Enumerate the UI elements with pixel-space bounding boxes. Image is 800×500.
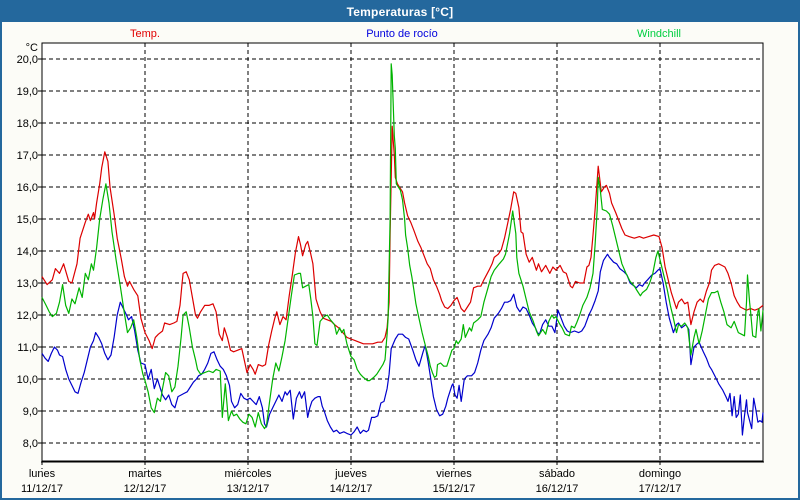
plot-area: [42, 43, 763, 461]
day-name-label: jueves: [334, 468, 367, 480]
day-name-label: sábado: [539, 468, 575, 480]
y-tick-label: 10,0: [17, 374, 38, 386]
day-date-label: 11/12/17: [21, 483, 63, 495]
day-name-label: lunes: [29, 468, 56, 480]
app-window: Temperaturas [°C] Temp. Punto de rocío W…: [0, 0, 800, 500]
y-tick-label: 17,0: [17, 150, 38, 162]
day-date-label: 12/12/17: [124, 483, 167, 495]
y-tick-label: 19,0: [17, 86, 38, 98]
y-tick-label: 14,0: [17, 246, 38, 258]
y-tick-label: 12,0: [17, 310, 38, 322]
day-date-label: 17/12/17: [639, 483, 682, 495]
y-tick-label: 8,0: [23, 438, 38, 450]
y-tick-label: 11,0: [17, 342, 38, 354]
day-name-label: domingo: [639, 468, 681, 480]
y-axis-unit-label: °C: [26, 42, 38, 54]
y-tick-label: 13,0: [17, 278, 38, 290]
day-name-label: martes: [128, 468, 162, 480]
day-name-label: miércoles: [224, 468, 272, 480]
y-tick-label: 18,0: [17, 118, 38, 130]
day-date-label: 15/12/17: [433, 483, 476, 495]
day-date-label: 16/12/17: [536, 483, 579, 495]
y-tick-label: 15,0: [17, 214, 38, 226]
day-date-label: 14/12/17: [330, 483, 373, 495]
day-name-label: viernes: [436, 468, 472, 480]
y-tick-label: 16,0: [17, 182, 38, 194]
temperature-chart: °C20,0 19,0 18,0 17,0 16,0 15,0 14,0 13,0 12,0 11…: [2, 2, 800, 500]
y-tick-label: 20,0: [17, 54, 38, 66]
day-date-label: 13/12/17: [227, 483, 270, 495]
y-tick-label: 9,0: [23, 406, 38, 418]
